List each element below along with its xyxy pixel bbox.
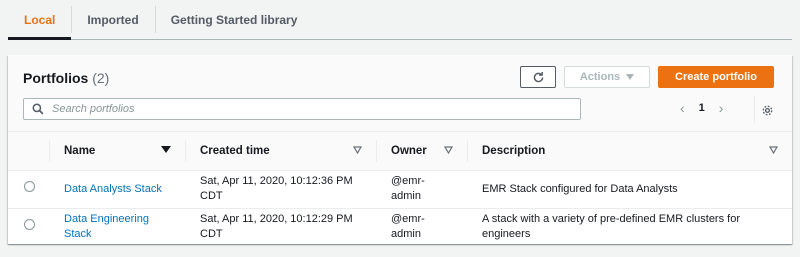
portfolio-name-link[interactable]: Data Analysts Stack xyxy=(64,183,162,195)
tab-local[interactable]: Local xyxy=(8,0,72,40)
create-portfolio-button[interactable]: Create portfolio xyxy=(658,66,774,88)
search-box xyxy=(23,98,581,120)
portfolios-table: Name Created time Owner Description Data… xyxy=(8,132,792,246)
tab-bar: Local Imported Getting Started library xyxy=(8,0,792,40)
column-header-name[interactable]: Name xyxy=(49,132,185,171)
created-timezone: CDT xyxy=(200,228,223,241)
column-header-description[interactable]: Description xyxy=(467,132,792,171)
portfolio-name-text[interactable]: Data Engineering xyxy=(64,212,170,227)
portfolios-panel: Portfolios (2) Actions Create portfolio … xyxy=(8,55,792,244)
table-header-row: Name Created time Owner Description xyxy=(8,132,792,171)
created-time-cell: Sat, Apr 11, 2020, 10:12:29 PM CDT xyxy=(185,208,376,246)
column-header-owner[interactable]: Owner xyxy=(376,132,467,171)
column-label: Name xyxy=(64,144,96,157)
column-label: Created time xyxy=(200,144,270,157)
page-title: Portfolios (2) xyxy=(23,70,109,86)
owner-text-cont: admin xyxy=(391,190,421,202)
select-column-header xyxy=(8,132,49,171)
preferences-button[interactable] xyxy=(760,103,774,117)
portfolio-name-text-cont[interactable]: Stack xyxy=(64,227,170,242)
description-cell: EMR Stack configured for Data Analysts xyxy=(467,170,792,209)
column-divider xyxy=(376,140,377,162)
current-page[interactable]: 1 xyxy=(699,102,705,114)
actions-label: Actions xyxy=(579,71,621,83)
column-divider xyxy=(185,140,186,162)
description-cell: A stack with a variety of pre-defined EM… xyxy=(467,208,792,246)
search-input[interactable] xyxy=(52,103,572,115)
owner-text: @emr- xyxy=(391,213,425,226)
sort-descending-icon[interactable] xyxy=(161,146,171,153)
search-icon xyxy=(32,103,44,115)
row-radio[interactable] xyxy=(24,181,35,192)
table-row[interactable]: Data Engineering Stack Sat, Apr 11, 2020… xyxy=(8,208,792,246)
created-time: Sat, Apr 11, 2020, 10:12:29 PM xyxy=(200,213,353,226)
created-time: Sat, Apr 11, 2020, 10:12:36 PM xyxy=(200,175,353,187)
owner-cell: @emr- admin xyxy=(376,170,467,209)
row-radio[interactable] xyxy=(24,219,35,231)
column-divider xyxy=(467,140,468,162)
table-row[interactable]: Data Analysts Stack Sat, Apr 11, 2020, 1… xyxy=(8,170,792,209)
created-timezone: CDT xyxy=(200,190,223,202)
description-text: A stack with a variety of pre-defined EM… xyxy=(482,213,740,226)
tab-imported[interactable]: Imported xyxy=(71,0,154,39)
owner-text-cont: admin xyxy=(391,228,421,241)
column-label: Owner xyxy=(391,144,427,157)
gear-icon xyxy=(762,105,772,115)
caret-down-icon xyxy=(626,74,635,80)
owner-text: @emr- xyxy=(391,175,425,187)
refresh-button[interactable] xyxy=(520,66,556,88)
created-time-cell: Sat, Apr 11, 2020, 10:12:36 PM CDT xyxy=(185,170,376,209)
pagination: ‹ 1 › xyxy=(680,100,723,116)
owner-cell: @emr- admin xyxy=(376,208,467,246)
column-header-created-time[interactable]: Created time xyxy=(185,132,376,171)
description-text-cont: engineers xyxy=(482,228,531,241)
column-label: Description xyxy=(482,144,546,157)
portfolio-name-link[interactable]: Data Engineering Stack xyxy=(49,208,185,246)
portfolio-count: (2) xyxy=(92,70,110,86)
next-page-icon[interactable]: › xyxy=(719,100,724,116)
previous-page-icon[interactable]: ‹ xyxy=(680,100,685,116)
tab-getting-started-library[interactable]: Getting Started library xyxy=(154,0,314,39)
actions-dropdown[interactable]: Actions xyxy=(564,66,650,88)
title-text: Portfolios xyxy=(23,70,89,86)
column-divider xyxy=(49,140,50,162)
refresh-icon xyxy=(533,71,543,82)
panel-header: Portfolios (2) Actions Create portfolio … xyxy=(8,55,792,132)
pager-divider xyxy=(754,95,755,123)
sort-icon[interactable] xyxy=(769,146,778,154)
sort-icon[interactable] xyxy=(444,146,453,154)
sort-icon[interactable] xyxy=(353,146,362,154)
